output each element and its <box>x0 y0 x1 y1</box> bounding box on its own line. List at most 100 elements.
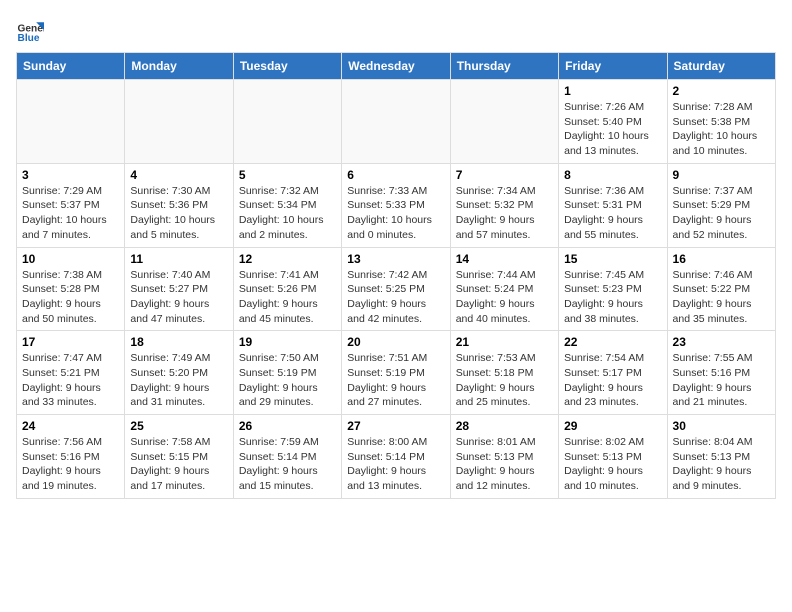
day-number: 6 <box>347 168 444 182</box>
calendar-cell: 6 Sunrise: 7:33 AM Sunset: 5:33 PM Daylig… <box>342 163 450 247</box>
calendar-cell: 29 Sunrise: 8:02 AM Sunset: 5:13 PM Dayli… <box>559 415 667 499</box>
day-number: 16 <box>673 252 770 266</box>
weekday-header-row: SundayMondayTuesdayWednesdayThursdayFrid… <box>17 53 776 80</box>
calendar-cell <box>17 80 125 164</box>
calendar-cell: 16 Sunrise: 7:46 AM Sunset: 5:22 PM Dayli… <box>667 247 775 331</box>
day-info: Sunrise: 8:00 AM Sunset: 5:14 PM Dayligh… <box>347 435 444 494</box>
logo-icon: General Blue <box>16 16 44 44</box>
day-info: Sunrise: 7:37 AM Sunset: 5:29 PM Dayligh… <box>673 184 770 243</box>
day-info: Sunrise: 8:04 AM Sunset: 5:13 PM Dayligh… <box>673 435 770 494</box>
day-number: 24 <box>22 419 119 433</box>
day-info: Sunrise: 7:38 AM Sunset: 5:28 PM Dayligh… <box>22 268 119 327</box>
weekday-header-saturday: Saturday <box>667 53 775 80</box>
day-number: 15 <box>564 252 661 266</box>
calendar-cell: 23 Sunrise: 7:55 AM Sunset: 5:16 PM Dayli… <box>667 331 775 415</box>
day-info: Sunrise: 7:40 AM Sunset: 5:27 PM Dayligh… <box>130 268 227 327</box>
calendar-cell: 7 Sunrise: 7:34 AM Sunset: 5:32 PM Daylig… <box>450 163 558 247</box>
calendar-cell <box>450 80 558 164</box>
day-number: 9 <box>673 168 770 182</box>
calendar-cell: 18 Sunrise: 7:49 AM Sunset: 5:20 PM Dayli… <box>125 331 233 415</box>
calendar-cell: 3Sunrise: 7:29 AM Sunset: 5:37 PM Daylig… <box>17 163 125 247</box>
day-info: Sunrise: 7:50 AM Sunset: 5:19 PM Dayligh… <box>239 351 336 410</box>
day-number: 30 <box>673 419 770 433</box>
day-number: 20 <box>347 335 444 349</box>
svg-text:Blue: Blue <box>18 33 40 44</box>
day-info: Sunrise: 8:01 AM Sunset: 5:13 PM Dayligh… <box>456 435 553 494</box>
day-number: 7 <box>456 168 553 182</box>
day-info: Sunrise: 7:54 AM Sunset: 5:17 PM Dayligh… <box>564 351 661 410</box>
calendar-cell <box>233 80 341 164</box>
calendar-cell: 13Sunrise: 7:42 AM Sunset: 5:25 PM Dayli… <box>342 247 450 331</box>
day-info: Sunrise: 7:55 AM Sunset: 5:16 PM Dayligh… <box>673 351 770 410</box>
calendar-cell: 25 Sunrise: 7:58 AM Sunset: 5:15 PM Dayli… <box>125 415 233 499</box>
calendar-cell: 15 Sunrise: 7:45 AM Sunset: 5:23 PM Dayli… <box>559 247 667 331</box>
day-number: 17 <box>22 335 119 349</box>
week-row-3: 17 Sunrise: 7:47 AM Sunset: 5:21 PM Dayli… <box>17 331 776 415</box>
calendar-cell: 11 Sunrise: 7:40 AM Sunset: 5:27 PM Dayli… <box>125 247 233 331</box>
day-number: 21 <box>456 335 553 349</box>
calendar-cell: 8 Sunrise: 7:36 AM Sunset: 5:31 PM Daylig… <box>559 163 667 247</box>
week-row-1: 3Sunrise: 7:29 AM Sunset: 5:37 PM Daylig… <box>17 163 776 247</box>
day-info: Sunrise: 7:44 AM Sunset: 5:24 PM Dayligh… <box>456 268 553 327</box>
day-info: Sunrise: 7:49 AM Sunset: 5:20 PM Dayligh… <box>130 351 227 410</box>
calendar-cell: 30 Sunrise: 8:04 AM Sunset: 5:13 PM Dayli… <box>667 415 775 499</box>
day-info: Sunrise: 7:45 AM Sunset: 5:23 PM Dayligh… <box>564 268 661 327</box>
calendar-cell: 1Sunrise: 7:26 AM Sunset: 5:40 PM Daylig… <box>559 80 667 164</box>
weekday-header-sunday: Sunday <box>17 53 125 80</box>
logo: General Blue <box>16 16 48 44</box>
day-info: Sunrise: 7:33 AM Sunset: 5:33 PM Dayligh… <box>347 184 444 243</box>
calendar-table: SundayMondayTuesdayWednesdayThursdayFrid… <box>16 52 776 499</box>
day-info: Sunrise: 7:58 AM Sunset: 5:15 PM Dayligh… <box>130 435 227 494</box>
day-number: 8 <box>564 168 661 182</box>
day-info: Sunrise: 7:28 AM Sunset: 5:38 PM Dayligh… <box>673 100 770 159</box>
day-number: 29 <box>564 419 661 433</box>
day-number: 18 <box>130 335 227 349</box>
day-info: Sunrise: 7:46 AM Sunset: 5:22 PM Dayligh… <box>673 268 770 327</box>
calendar-cell <box>125 80 233 164</box>
calendar-cell: 20 Sunrise: 7:51 AM Sunset: 5:19 PM Dayli… <box>342 331 450 415</box>
day-info: Sunrise: 7:34 AM Sunset: 5:32 PM Dayligh… <box>456 184 553 243</box>
day-number: 23 <box>673 335 770 349</box>
calendar-cell: 27Sunrise: 8:00 AM Sunset: 5:14 PM Dayli… <box>342 415 450 499</box>
day-number: 10 <box>22 252 119 266</box>
day-info: Sunrise: 7:41 AM Sunset: 5:26 PM Dayligh… <box>239 268 336 327</box>
header: General Blue <box>16 16 776 44</box>
week-row-4: 24 Sunrise: 7:56 AM Sunset: 5:16 PM Dayli… <box>17 415 776 499</box>
day-info: Sunrise: 7:51 AM Sunset: 5:19 PM Dayligh… <box>347 351 444 410</box>
calendar-cell: 22 Sunrise: 7:54 AM Sunset: 5:17 PM Dayli… <box>559 331 667 415</box>
day-number: 19 <box>239 335 336 349</box>
calendar-cell: 26 Sunrise: 7:59 AM Sunset: 5:14 PM Dayli… <box>233 415 341 499</box>
day-info: Sunrise: 7:36 AM Sunset: 5:31 PM Dayligh… <box>564 184 661 243</box>
calendar-cell: 9 Sunrise: 7:37 AM Sunset: 5:29 PM Daylig… <box>667 163 775 247</box>
calendar-cell: 12 Sunrise: 7:41 AM Sunset: 5:26 PM Dayli… <box>233 247 341 331</box>
day-number: 26 <box>239 419 336 433</box>
day-number: 5 <box>239 168 336 182</box>
day-info: Sunrise: 7:59 AM Sunset: 5:14 PM Dayligh… <box>239 435 336 494</box>
calendar-cell: 4Sunrise: 7:30 AM Sunset: 5:36 PM Daylig… <box>125 163 233 247</box>
weekday-header-thursday: Thursday <box>450 53 558 80</box>
day-number: 13 <box>347 252 444 266</box>
calendar-cell: 14Sunrise: 7:44 AM Sunset: 5:24 PM Dayli… <box>450 247 558 331</box>
day-number: 12 <box>239 252 336 266</box>
calendar-cell: 21Sunrise: 7:53 AM Sunset: 5:18 PM Dayli… <box>450 331 558 415</box>
calendar-cell: 19 Sunrise: 7:50 AM Sunset: 5:19 PM Dayli… <box>233 331 341 415</box>
day-number: 4 <box>130 168 227 182</box>
day-number: 3 <box>22 168 119 182</box>
day-number: 22 <box>564 335 661 349</box>
day-info: Sunrise: 7:56 AM Sunset: 5:16 PM Dayligh… <box>22 435 119 494</box>
day-info: Sunrise: 7:47 AM Sunset: 5:21 PM Dayligh… <box>22 351 119 410</box>
week-row-2: 10 Sunrise: 7:38 AM Sunset: 5:28 PM Dayli… <box>17 247 776 331</box>
calendar-body: 1Sunrise: 7:26 AM Sunset: 5:40 PM Daylig… <box>17 80 776 499</box>
day-info: Sunrise: 7:32 AM Sunset: 5:34 PM Dayligh… <box>239 184 336 243</box>
weekday-header-wednesday: Wednesday <box>342 53 450 80</box>
calendar-cell: 10 Sunrise: 7:38 AM Sunset: 5:28 PM Dayli… <box>17 247 125 331</box>
day-number: 25 <box>130 419 227 433</box>
calendar-cell <box>342 80 450 164</box>
weekday-header-tuesday: Tuesday <box>233 53 341 80</box>
day-number: 11 <box>130 252 227 266</box>
calendar-cell: 17 Sunrise: 7:47 AM Sunset: 5:21 PM Dayli… <box>17 331 125 415</box>
day-number: 2 <box>673 84 770 98</box>
calendar-cell: 5 Sunrise: 7:32 AM Sunset: 5:34 PM Daylig… <box>233 163 341 247</box>
calendar-cell: 2 Sunrise: 7:28 AM Sunset: 5:38 PM Daylig… <box>667 80 775 164</box>
day-info: Sunrise: 8:02 AM Sunset: 5:13 PM Dayligh… <box>564 435 661 494</box>
